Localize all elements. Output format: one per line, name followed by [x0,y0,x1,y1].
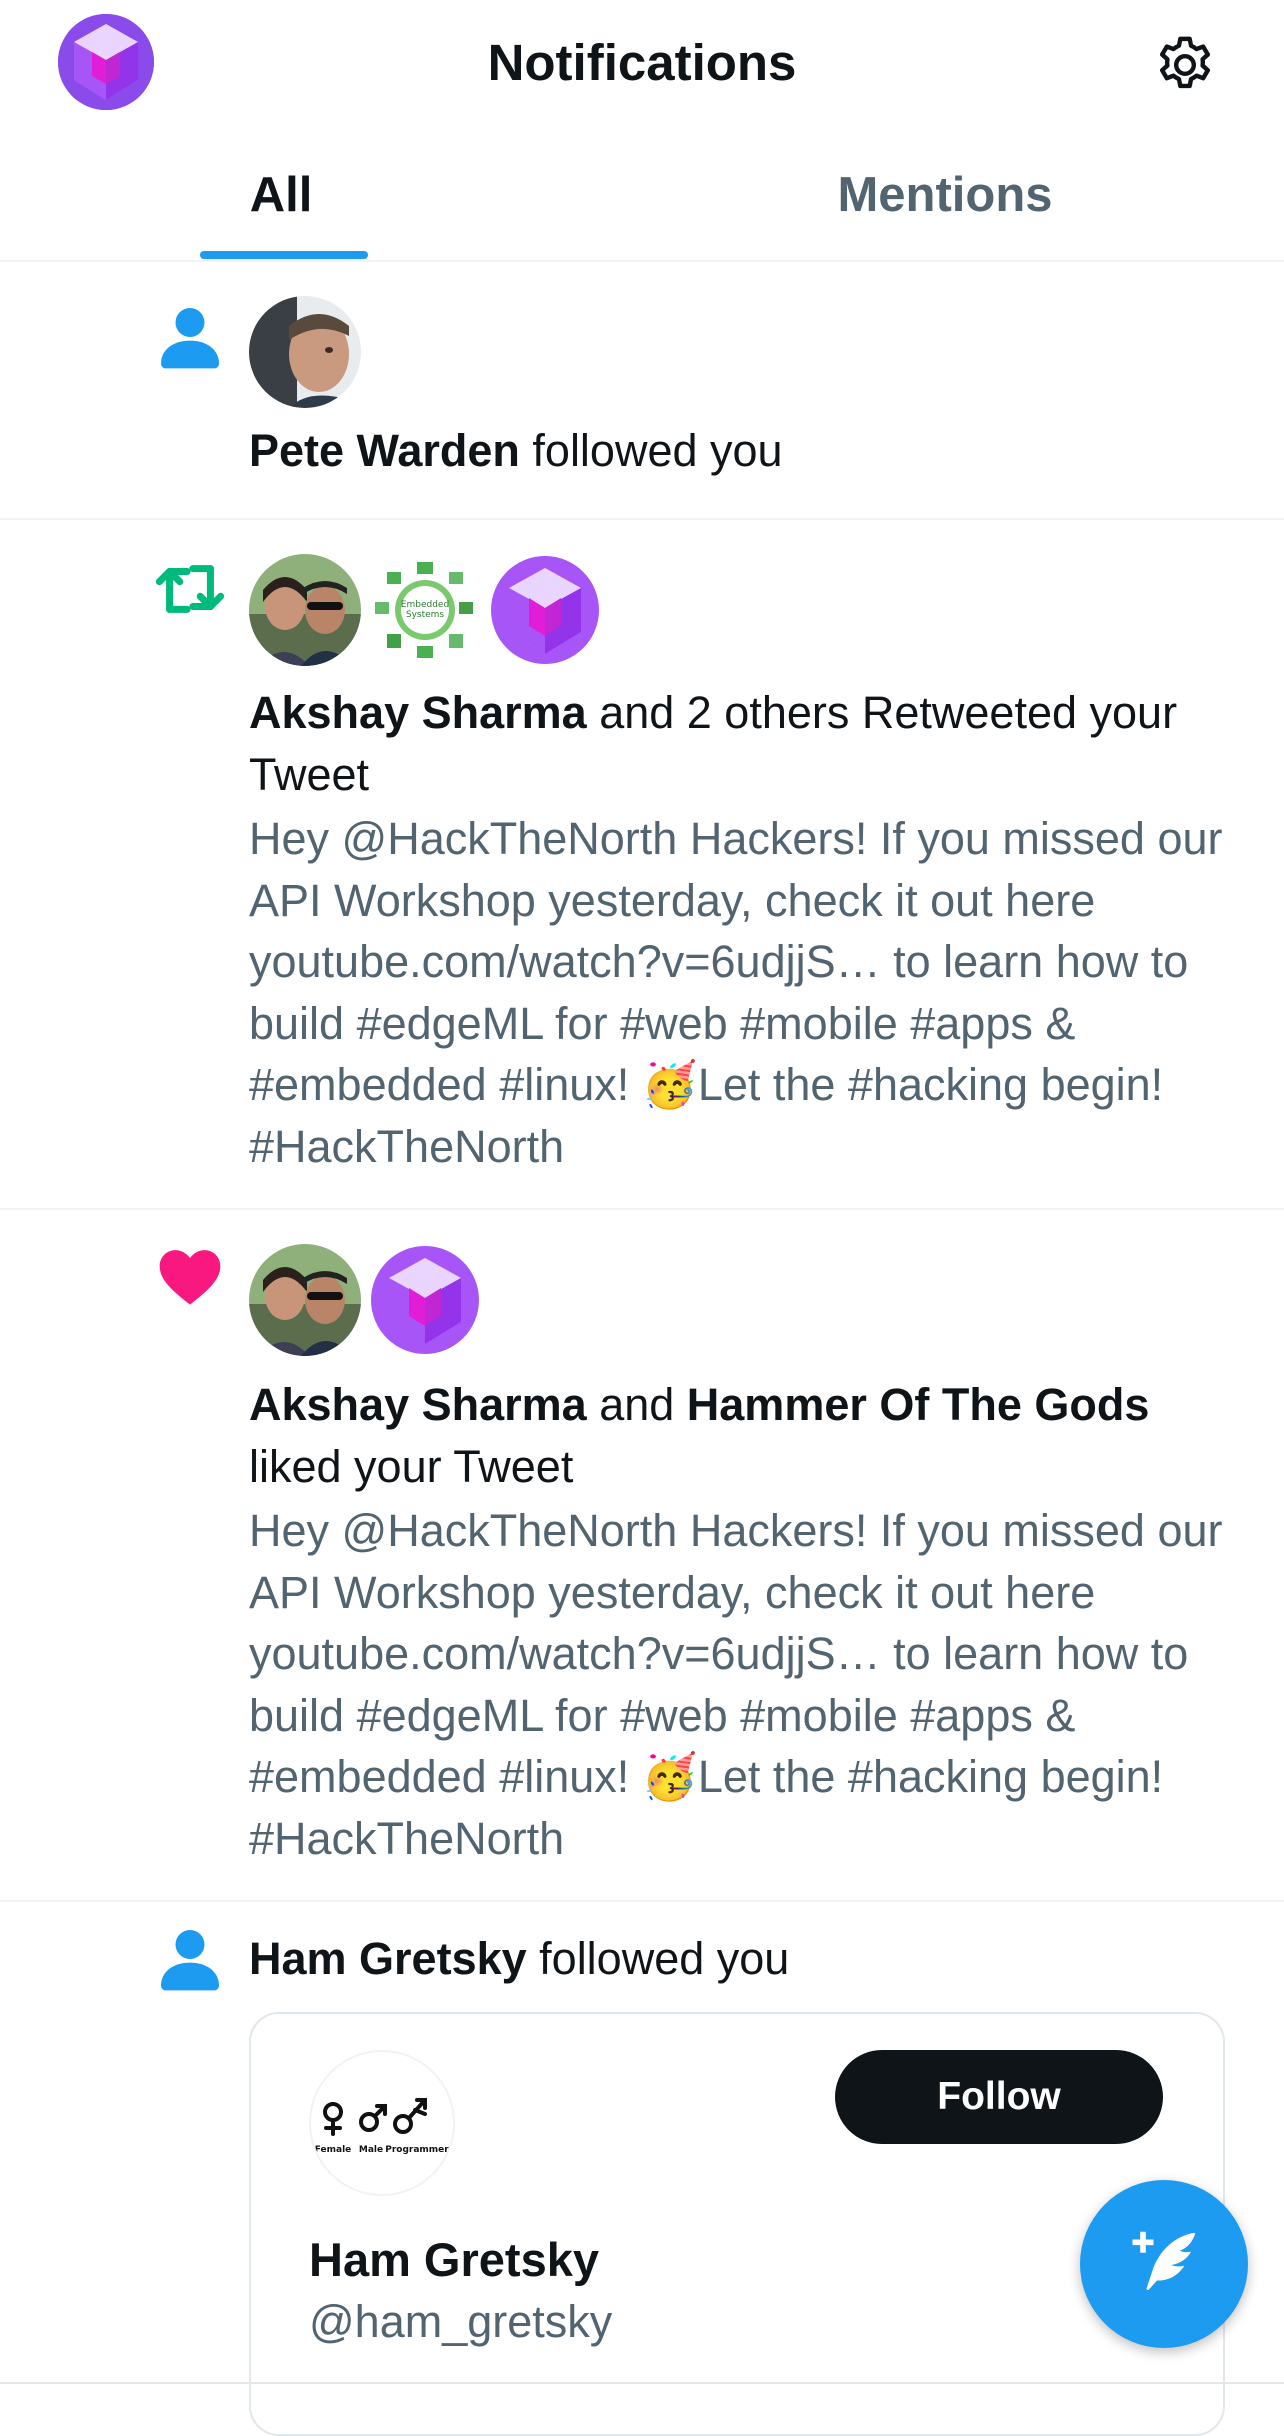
follow-button[interactable]: Follow [835,2050,1163,2144]
avatar[interactable] [249,554,361,666]
svg-text:Systems: Systems [406,610,445,620]
tab-mentions[interactable]: Mentions [642,130,1284,260]
avatar-label: Female [315,2145,352,2155]
actor-name[interactable]: Akshay Sharma [249,1379,587,1430]
actor-name[interactable]: Pete Warden [249,425,520,476]
notification-text: Pete Warden followed you [249,420,1239,482]
notification-like[interactable]: Akshay Sharma and Hammer Of The Gods lik… [0,1210,1284,1902]
page-title: Notifications [487,34,797,91]
user-card[interactable]: Female Male Programmer Follow Ham Gretsk… [249,2012,1225,2436]
retweet-icon [155,554,225,624]
actor-avatars: Embedded Systems [249,554,601,666]
actor-name[interactable]: Akshay Sharma [249,687,587,738]
actor-name-2[interactable]: Hammer Of The Gods [687,1379,1150,1430]
actor-avatars [249,1244,481,1356]
avatar[interactable] [249,1244,361,1356]
avatar[interactable] [489,554,601,666]
tab-all[interactable]: All [0,130,642,260]
gear-icon [1159,36,1211,89]
compose-tweet-button[interactable] [1080,2180,1248,2348]
notification-text: Akshay Sharma and 2 others Retweeted you… [249,682,1239,806]
tweet-text[interactable]: Hey @HackTheNorth Hackers! If you missed… [249,808,1249,1177]
compose-tweet-icon [1132,2231,1196,2291]
avatar[interactable]: Female Male Programmer [309,2050,455,2196]
notification-text: Ham Gretsky followed you [249,1928,1239,1990]
action-text: liked your Tweet [249,1441,574,1492]
tab-mentions-label: Mentions [837,168,1053,222]
avatar-label: Programmer [385,2145,449,2155]
notification-tabs: All Mentions [0,130,1284,262]
tab-all-label: All [249,168,313,222]
joiner-text: and [586,1379,687,1430]
settings-button[interactable] [1148,28,1222,102]
person-icon [155,302,225,372]
avatar[interactable]: Embedded Systems [369,554,481,666]
top-bar: Notifications [0,0,1284,130]
notification-text: Akshay Sharma and Hammer Of The Gods lik… [249,1374,1239,1498]
card-user-name[interactable]: Ham Gretsky [309,2230,599,2290]
bottom-divider [0,2382,1284,2384]
action-text: followed you [526,1933,790,1984]
person-icon [155,1924,225,1994]
svg-text:Embedded: Embedded [401,600,449,610]
active-tab-indicator [200,251,368,259]
avatar[interactable] [249,296,361,408]
tweet-text[interactable]: Hey @HackTheNorth Hackers! If you missed… [249,1500,1249,1869]
heart-icon [155,1242,225,1312]
notification-follow[interactable]: Pete Warden followed you [0,262,1284,520]
actor-name[interactable]: Ham Gretsky [249,1933,527,1984]
actor-avatars [249,296,361,408]
avatar[interactable] [369,1244,481,1356]
notification-retweet[interactable]: Embedded Systems Akshay Sharma and 2 oth… [0,520,1284,1210]
card-user-handle[interactable]: @ham_gretsky [309,2292,612,2352]
avatar-label: Male [359,2145,383,2155]
action-text: followed you [519,425,783,476]
